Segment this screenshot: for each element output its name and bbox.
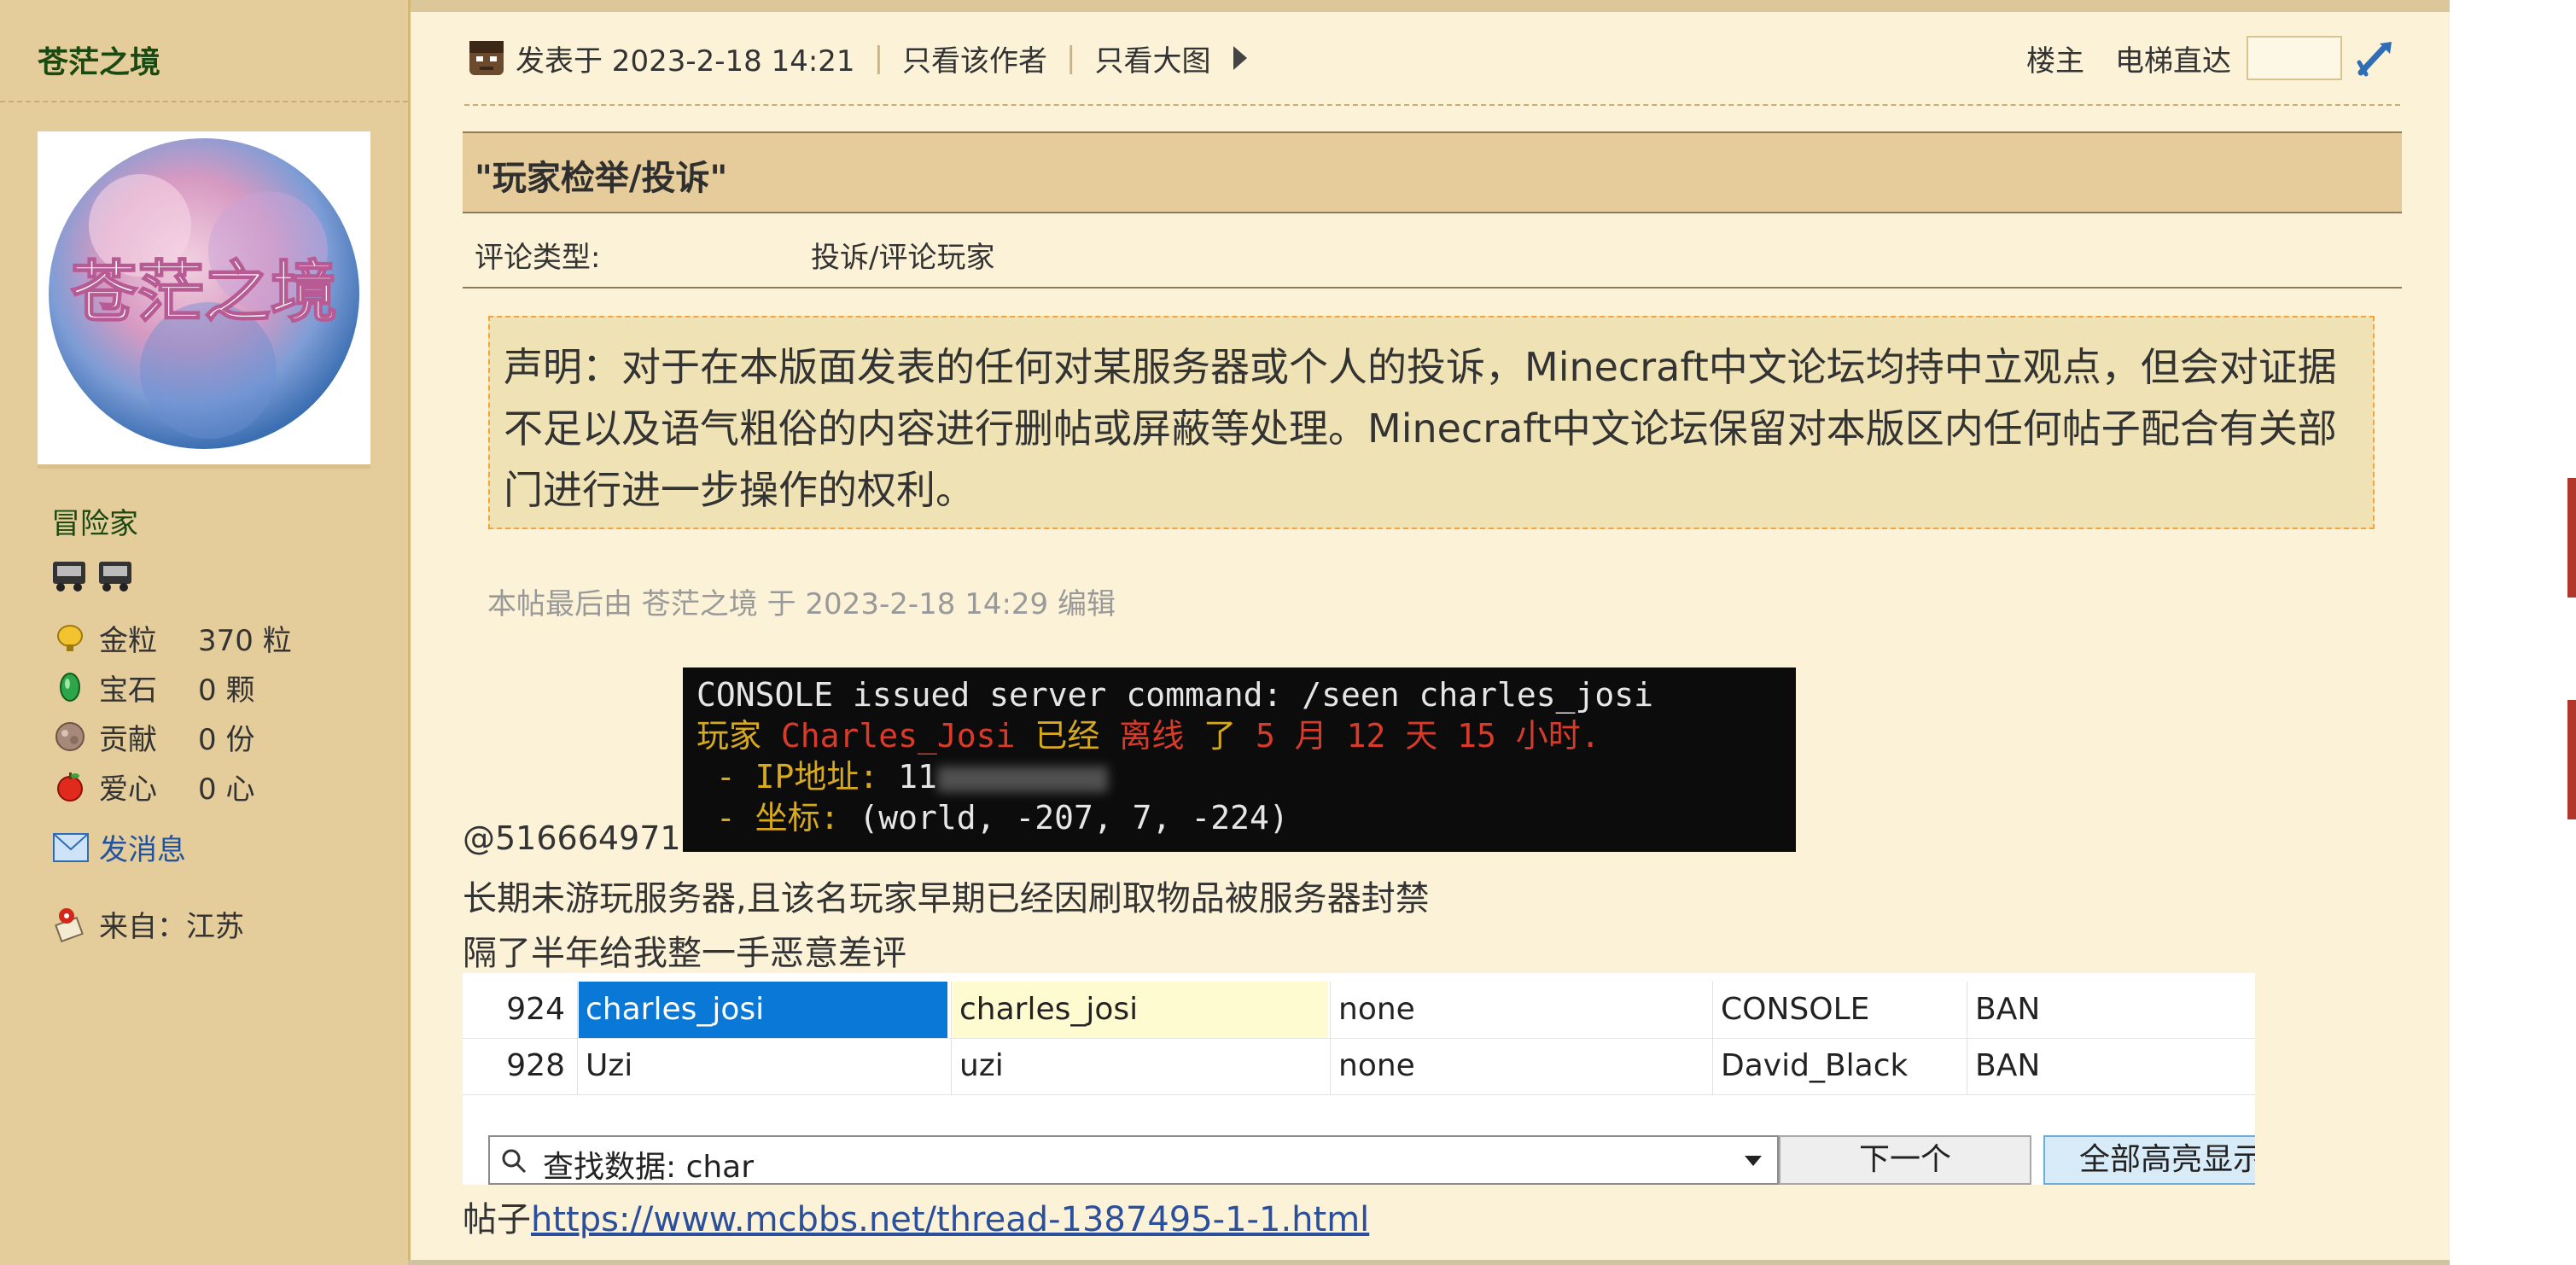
database-screenshot: 924 charles_josi charles_josi none CONSO… (463, 973, 2255, 1185)
disclaimer-notice: 声明：对于在本版面发表的任何对某服务器或个人的投诉，Minecraft中文论坛均… (488, 316, 2375, 529)
comment-type-row: 评论类型: 投诉/评论玩家 (463, 225, 2402, 289)
avatar[interactable]: 苍茫之境 (38, 131, 370, 464)
thread-title-bar: "玩家检举/投诉" (463, 131, 2402, 213)
author-face-icon (468, 39, 505, 77)
contribution-icon (53, 720, 87, 754)
highlight-all-button: 全部高亮显示 (2043, 1135, 2255, 1185)
send-message-link[interactable]: 发消息 (53, 826, 186, 868)
table-row: 928 Uzi uzi none David_Black BAN (463, 1038, 2255, 1095)
gold-nugget-icon (53, 621, 87, 655)
search-icon (500, 1147, 527, 1175)
avatar-image: 苍茫之境 (49, 138, 359, 449)
apple-heart-icon (53, 769, 87, 803)
chevron-down-icon (1745, 1156, 1762, 1166)
jump-go-icon[interactable] (2354, 37, 2397, 79)
grid-line (1712, 982, 1713, 1094)
envelope-icon (53, 832, 89, 862)
post-body-line: 隔了半年给我整一手恶意差评 (463, 934, 906, 973)
play-arrow-icon[interactable] (1233, 46, 1247, 70)
floor-label: 楼主 (2026, 44, 2084, 79)
author-sidebar: 苍茫之境 苍茫之境 冒险家 金粒 370 粒 宝石 0 颗 贡献 0 份 爱心 … (0, 0, 411, 1265)
page-right-margin (2450, 0, 2576, 1265)
floor-jump-input[interactable] (2247, 36, 2342, 80)
stat-heart: 爱心 0 心 (53, 761, 292, 811)
right-edge-mark (2567, 478, 2576, 598)
only-author-link[interactable]: 只看该作者 (902, 38, 1047, 79)
user-rank[interactable]: 冒险家 (51, 500, 138, 542)
location-pin-icon (53, 906, 87, 943)
header-divider (464, 104, 2400, 106)
only-images-link[interactable]: 只看大图 (1095, 38, 1211, 79)
author-name[interactable]: 苍茫之境 (38, 38, 160, 82)
avatar-logo-text: 苍茫之境 (71, 254, 337, 331)
find-data-text: 查找数据: char (543, 1150, 755, 1185)
stat-gem: 宝石 0 颗 (53, 662, 292, 712)
thread-link-line: 帖子https://www.mcbbs.net/thread-1387495-1… (463, 1200, 1370, 1239)
user-location: 来自：江苏 (53, 903, 244, 945)
elevator-label: 电梯直达 (2115, 44, 2231, 79)
post-time: 发表于 2023-2-18 14:21 (516, 44, 855, 79)
thread-link[interactable]: https://www.mcbbs.net/thread-1387495-1-1… (531, 1200, 1369, 1239)
thread-title: "玩家检举/投诉" (475, 159, 728, 198)
bottom-band (408, 1260, 2450, 1265)
user-stats: 金粒 370 粒 宝石 0 颗 贡献 0 份 爱心 0 心 (53, 613, 292, 811)
find-data-field: 查找数据: char (488, 1135, 1779, 1185)
find-next-button: 下一个 (1779, 1135, 2031, 1185)
right-edge-mark (2567, 700, 2576, 819)
grid-line (951, 982, 952, 1094)
grid-line (1330, 982, 1331, 1094)
comment-type-value: 投诉/评论玩家 (811, 241, 995, 275)
emerald-icon (53, 670, 87, 704)
grid-line (577, 982, 578, 1094)
mention[interactable]: @516664971 (463, 819, 681, 857)
post-header: 发表于 2023-2-18 14:21 | 只看该作者 | 只看大图 楼主 电梯… (468, 32, 2397, 84)
table-row: 924 charles_josi charles_josi none CONSO… (463, 982, 2255, 1039)
comment-type-label: 评论类型: (475, 241, 601, 275)
console-screenshot: CONSOLE issued server command: /seen cha… (683, 667, 1796, 852)
redacted-ip (936, 766, 1108, 792)
post-body-line: 长期未游玩服务器,且该名玩家早期已经因刷取物品被服务器封禁 (463, 879, 1430, 918)
edited-note: 本帖最后由 苍茫之境 于 2023-2-18 14:29 编辑 (487, 587, 1116, 621)
sidebar-divider (0, 101, 408, 102)
stat-contribution: 贡献 0 份 (53, 712, 292, 761)
